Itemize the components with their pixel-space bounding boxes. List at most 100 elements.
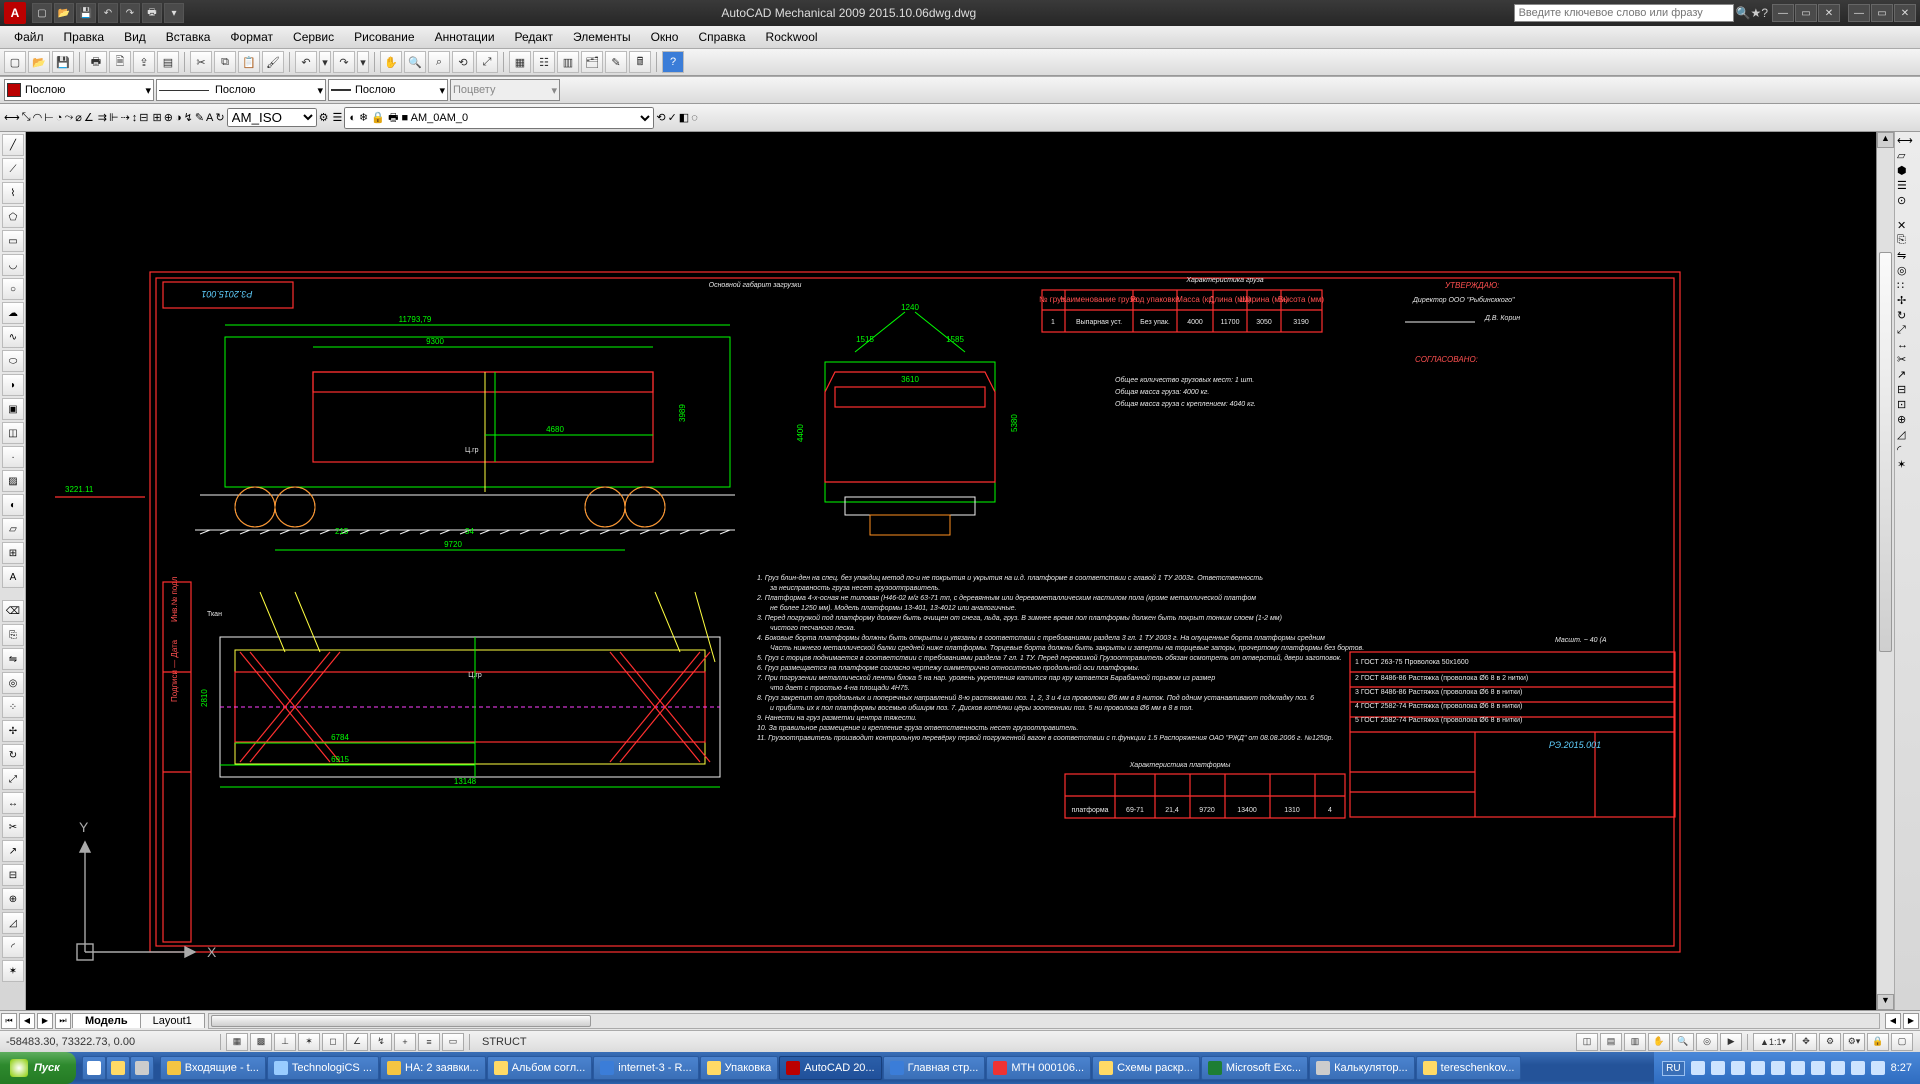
- dim-edit-icon[interactable]: ✎: [195, 111, 204, 124]
- rotate-icon[interactable]: ↻: [2, 744, 24, 766]
- dim-update-icon[interactable]: ↻: [215, 111, 224, 124]
- mod-explode-icon[interactable]: ✶: [1897, 458, 1918, 471]
- task-item-6[interactable]: AutoCAD 20...: [779, 1056, 881, 1080]
- tray-icon[interactable]: [1831, 1061, 1845, 1075]
- mod-break-icon[interactable]: ⊡: [1897, 398, 1918, 411]
- tolerance-icon[interactable]: ⊞: [153, 111, 162, 124]
- tab-prev-icon[interactable]: ◀: [19, 1013, 35, 1029]
- polar-toggle[interactable]: ✶: [298, 1033, 320, 1051]
- dimstyle-select[interactable]: AM_ISO: [227, 108, 317, 127]
- pan-status-icon[interactable]: ✋: [1648, 1033, 1670, 1051]
- doc-close-button[interactable]: ✕: [1894, 4, 1916, 22]
- mod-fillet-icon[interactable]: ◜: [1897, 443, 1918, 456]
- zoom-realtime-icon[interactable]: 🔍: [404, 51, 426, 73]
- publish-icon[interactable]: ⇪: [133, 51, 155, 73]
- erase-icon[interactable]: ⌫: [2, 600, 24, 622]
- close-button[interactable]: ✕: [1818, 4, 1840, 22]
- mod-offset-icon[interactable]: ◎: [1897, 264, 1918, 277]
- qat-save-icon[interactable]: 💾: [76, 3, 96, 23]
- calc-icon[interactable]: 🖩: [629, 51, 651, 73]
- scale-icon[interactable]: ⤢: [2, 768, 24, 790]
- revcloud-icon[interactable]: ☁: [2, 302, 24, 324]
- layer-off-icon[interactable]: ◌: [691, 112, 698, 124]
- layer-iso-icon[interactable]: ◧: [679, 111, 689, 124]
- task-item-10[interactable]: Microsoft Exc...: [1201, 1056, 1308, 1080]
- mod-trim-icon[interactable]: ✂: [1897, 353, 1918, 366]
- rectangle-icon[interactable]: ▭: [2, 230, 24, 252]
- ducs-toggle[interactable]: ↯: [370, 1033, 392, 1051]
- otrack-toggle[interactable]: ∠: [346, 1033, 368, 1051]
- tab-first-icon[interactable]: ⏮: [1, 1013, 17, 1029]
- offset-icon[interactable]: ◎: [2, 672, 24, 694]
- tray-icon[interactable]: [1751, 1061, 1765, 1075]
- circle-icon[interactable]: ○: [2, 278, 24, 300]
- open-icon[interactable]: 📂: [28, 51, 50, 73]
- task-item-11[interactable]: Калькулятор...: [1309, 1056, 1415, 1080]
- layer-properties-icon[interactable]: ☰: [332, 111, 342, 124]
- task-item-3[interactable]: Альбом согл...: [487, 1056, 593, 1080]
- redo-icon[interactable]: ↷: [333, 51, 355, 73]
- quickview-layouts-icon[interactable]: ▤: [1600, 1033, 1622, 1051]
- save-icon[interactable]: 💾: [52, 51, 74, 73]
- copy-obj-icon[interactable]: ⎘: [2, 624, 24, 646]
- qat-dropdown-icon[interactable]: ▾: [164, 3, 184, 23]
- inspection-icon[interactable]: ◑: [175, 112, 182, 124]
- tray-icon[interactable]: [1871, 1061, 1885, 1075]
- lwt-toggle[interactable]: ≡: [418, 1033, 440, 1051]
- qat-open-icon[interactable]: 📂: [54, 3, 74, 23]
- app-logo[interactable]: A: [4, 2, 26, 24]
- color-select[interactable]: Послою ▾: [4, 79, 154, 101]
- mod-mirror-icon[interactable]: ⇋: [1897, 249, 1918, 262]
- grid-toggle[interactable]: ▩: [250, 1033, 272, 1051]
- menu-modify[interactable]: Редакт: [505, 28, 563, 46]
- zoom-extents-icon[interactable]: ⤢: [476, 51, 498, 73]
- ellipse-arc-icon[interactable]: ◗: [2, 374, 24, 396]
- extend-icon[interactable]: ↗: [2, 840, 24, 862]
- insert-block-icon[interactable]: ▣: [2, 398, 24, 420]
- list-icon[interactable]: ☰: [1897, 179, 1918, 192]
- mod-scale-icon[interactable]: ⤢: [1897, 324, 1918, 337]
- cut-icon[interactable]: ✂: [190, 51, 212, 73]
- sheet-icon[interactable]: ▤: [157, 51, 179, 73]
- dim-space-icon[interactable]: ↕: [132, 112, 138, 124]
- layer-prev-icon[interactable]: ⟲: [656, 111, 665, 124]
- polyline-icon[interactable]: ⌇: [2, 182, 24, 204]
- xline-icon[interactable]: ⟋: [2, 158, 24, 180]
- region-mass-icon[interactable]: ⬢: [1897, 164, 1918, 177]
- dim-tedit-icon[interactable]: A: [206, 112, 213, 124]
- make-block-icon[interactable]: ◫: [2, 422, 24, 444]
- annotation-scale[interactable]: ▲ 1:1 ▾: [1753, 1033, 1793, 1051]
- scroll-thumb[interactable]: [1879, 252, 1892, 652]
- point-icon[interactable]: ∙: [2, 446, 24, 468]
- redo-dropdown-icon[interactable]: ▾: [357, 51, 369, 73]
- region-icon[interactable]: ▱: [2, 518, 24, 540]
- move-icon[interactable]: ✢: [2, 720, 24, 742]
- workspace-switch-icon[interactable]: ⚙▾: [1843, 1033, 1865, 1051]
- menu-tools[interactable]: Сервис: [283, 28, 344, 46]
- qat-redo-icon[interactable]: ↷: [120, 3, 140, 23]
- dim-radius-icon[interactable]: ◔: [56, 112, 63, 124]
- menu-format[interactable]: Формат: [220, 28, 283, 46]
- task-item-0[interactable]: Входящие - t...: [160, 1056, 266, 1080]
- task-item-4[interactable]: internet-3 - R...: [593, 1056, 698, 1080]
- tray-icon[interactable]: [1771, 1061, 1785, 1075]
- tab-layout1[interactable]: Layout1: [140, 1013, 205, 1028]
- infocenter-icon[interactable]: ★: [1751, 6, 1762, 20]
- hscroll-right-icon[interactable]: ▶: [1903, 1013, 1919, 1029]
- toolbar-lock-icon[interactable]: 🔒: [1867, 1033, 1889, 1051]
- hatch-icon[interactable]: ▨: [2, 470, 24, 492]
- menu-elements[interactable]: Элементы: [563, 28, 641, 46]
- menu-file[interactable]: Файл: [4, 28, 54, 46]
- doc-maximize-button[interactable]: ▭: [1871, 4, 1893, 22]
- tray-icon[interactable]: [1711, 1061, 1725, 1075]
- mod-copy-icon[interactable]: ⎘: [1897, 234, 1918, 247]
- zoom-prev-icon[interactable]: ⟲: [452, 51, 474, 73]
- layer-select[interactable]: ◐ ❄ 🔒 🖶 ■ AM_0AM_0: [344, 107, 654, 129]
- mod-chamfer-icon[interactable]: ◿: [1897, 428, 1918, 441]
- mod-rotate-icon[interactable]: ↻: [1897, 309, 1918, 322]
- trim-icon[interactable]: ✂: [2, 816, 24, 838]
- drawing-area[interactable]: Р3.2015.001 11793: [26, 132, 1894, 1010]
- doc-minimize-button[interactable]: —: [1848, 4, 1870, 22]
- join-icon[interactable]: ⊕: [2, 888, 24, 910]
- mod-move-icon[interactable]: ✢: [1897, 294, 1918, 307]
